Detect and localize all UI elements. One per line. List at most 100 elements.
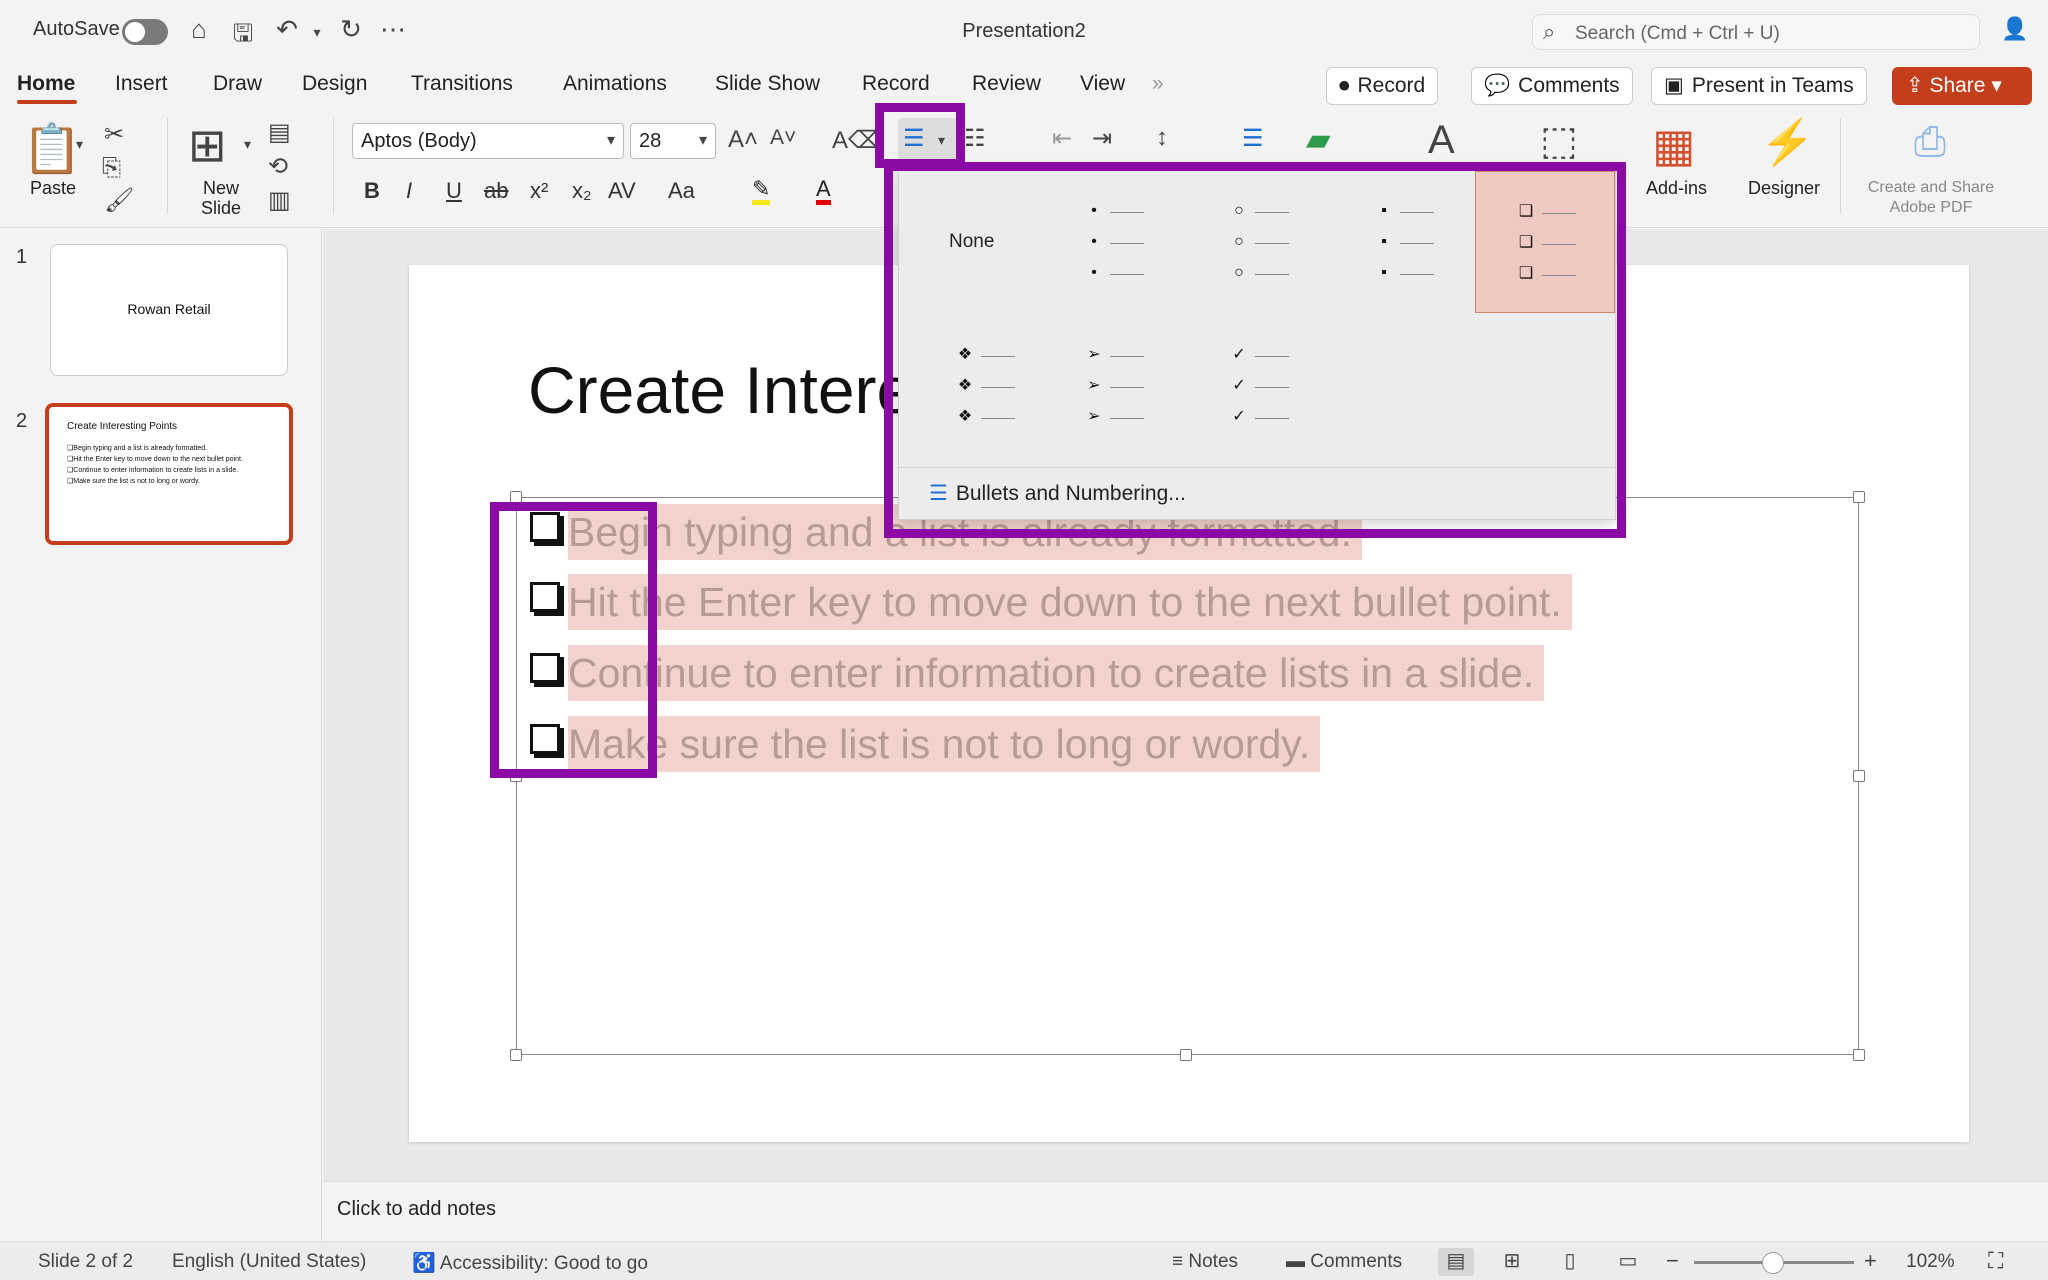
new-slide-icon[interactable]: ⊞ [188,118,227,172]
underline-button[interactable]: U [446,178,462,204]
search-input[interactable]: Search (Cmd + Ctrl + U) [1575,23,1780,45]
superscript-button[interactable]: x² [530,178,548,204]
slide-sorter-icon[interactable]: ⊞ [1494,1248,1530,1276]
language-indicator[interactable]: English (United States) [172,1251,366,1273]
cut-icon[interactable]: ✂ [104,120,124,149]
slide-thumbnails-pane [0,229,322,1241]
paste-icon[interactable]: 📋 [22,120,82,177]
ribbon-separator [333,118,334,214]
tab-insert[interactable]: Insert [115,72,168,96]
slide-show-icon[interactable]: ▭ [1610,1248,1646,1276]
search-icon: ⌕ [1543,19,1556,44]
tab-home-underline [17,100,77,104]
normal-view-icon[interactable]: ▤ [1438,1248,1474,1276]
designer-icon[interactable]: ⚡ [1760,116,1815,168]
character-spacing-button[interactable]: AV [608,178,636,204]
increase-font-icon[interactable]: A˄ [728,126,758,154]
thumbnail-line: ❑Make sure the list is not to long or wo… [67,478,200,485]
tab-view[interactable]: View [1080,72,1125,96]
accessibility-indicator[interactable]: ♿ Accessibility: Good to go [412,1251,648,1275]
chevron-down-icon: ▾ [606,132,615,149]
tab-home[interactable]: Home [17,72,75,96]
share-icon: ⇪ [1906,74,1930,97]
resize-handle[interactable] [1853,770,1865,782]
smartart-icon[interactable]: ▰ [1306,120,1331,158]
record-button[interactable]: ⏺ Record [1326,67,1439,105]
notes-toggle[interactable]: ≡ Notes [1172,1251,1238,1273]
tab-design[interactable]: Design [302,72,367,96]
comment-icon: ▬ [1286,1251,1311,1272]
notes-icon: ≡ [1172,1251,1189,1272]
decrease-font-icon[interactable]: A˅ [770,126,796,150]
slide-number: 2 [16,410,28,432]
slide-number: 1 [16,246,28,268]
zoom-level[interactable]: 102% [1906,1251,1955,1273]
notes-placeholder: Click to add notes [337,1198,496,1220]
line-spacing-icon[interactable]: ↕ [1156,124,1168,152]
status-bar: Slide 2 of 2 English (United States) ♿ A… [0,1241,2048,1280]
person-icon[interactable]: 👤 [1998,16,2032,42]
layout-icon[interactable]: ▤ [268,118,291,147]
numbering-icon[interactable]: ☷ [964,124,986,153]
tab-record[interactable]: Record [862,72,930,96]
zoom-slider-handle[interactable] [1762,1252,1784,1274]
shape-icon[interactable]: ⬚ [1540,118,1578,164]
tab-slide-show[interactable]: Slide Show [715,72,820,96]
slide-thumbnail-2[interactable]: Create Interesting Points ❑Begin typing … [45,403,293,545]
zoom-in-icon[interactable]: + [1864,1248,1877,1274]
tab-draw[interactable]: Draw [213,72,262,96]
share-button[interactable]: ⇪ Share ▾ [1892,67,2032,105]
zoom-out-icon[interactable]: − [1666,1248,1679,1274]
comments-toggle[interactable]: ▬ Comments [1286,1251,1402,1273]
highlight-box-bullets-menu [884,162,1626,538]
ribbon-separator [1840,118,1841,214]
tab-transitions[interactable]: Transitions [411,72,513,96]
search-box[interactable]: ⌕ Search (Cmd + Ctrl + U) [1532,14,1980,50]
new-slide-dropdown-icon[interactable]: ▾ [244,136,251,153]
comment-icon: 💬 [1484,74,1511,97]
highlight-color-icon[interactable]: ✎ [752,178,771,205]
text-box-icon[interactable]: A [1428,118,1455,163]
slide-title[interactable]: Create Intere [528,352,913,428]
paste-dropdown-icon[interactable]: ▾ [76,136,83,153]
title-bar: AutoSave ⌂ 🖫 ↶ ▾ ↻ ⋯ Presentation2 ⌕ Sea… [0,0,2048,64]
add-ins-icon[interactable]: ▦ [1652,118,1695,172]
section-icon[interactable]: ▥ [268,186,291,215]
bullet-text[interactable]: Hit the Enter key to move down to the ne… [568,574,1572,630]
copy-icon[interactable]: ⎘ [102,154,121,182]
resize-handle[interactable] [1853,1049,1865,1061]
tab-review[interactable]: Review [972,72,1041,96]
thumbnail-line: ❑Hit the Enter key to move down to the n… [67,456,243,463]
resize-handle[interactable] [1180,1049,1192,1061]
present-in-teams-button[interactable]: ▣ Present in Teams [1651,67,1867,105]
strikethrough-button[interactable]: ab [484,178,508,204]
adobe-pdf-icon[interactable]: ⎙ [1914,120,1946,165]
decrease-indent-icon[interactable]: ⇤ [1052,124,1072,153]
font-name-select[interactable]: Aptos (Body) ▾ [352,123,624,159]
bullet-text[interactable]: Make sure the list is not to long or wor… [568,716,1321,772]
font-color-icon[interactable]: A [816,178,831,205]
fit-slide-icon[interactable]: ⛶ [1988,1248,2003,1274]
thumbnail-title: Create Interesting Points [67,421,178,432]
format-painter-icon[interactable]: 🖌 [104,186,134,215]
comments-button[interactable]: 💬 Comments [1471,67,1633,105]
resize-handle[interactable] [1853,491,1865,503]
reset-icon[interactable]: ⟲ [268,152,288,181]
chevron-down-icon: ▾ [1985,74,2002,97]
tab-animations[interactable]: Animations [563,72,667,96]
bullet-text[interactable]: Continue to enter information to create … [568,645,1545,701]
reading-view-icon[interactable]: ▯ [1552,1248,1588,1276]
notes-pane[interactable]: Click to add notes [323,1181,2048,1241]
subscript-button[interactable]: x₂ [572,178,592,204]
increase-indent-icon[interactable]: ⇥ [1092,124,1112,153]
more-tabs-icon[interactable]: » [1152,72,1164,96]
highlight-box-slide-bullets [490,502,657,778]
bold-button[interactable]: B [364,178,380,204]
font-size-select[interactable]: 28 ▾ [630,123,716,159]
paste-label: Paste [30,178,77,198]
italic-button[interactable]: I [406,178,412,204]
resize-handle[interactable] [510,1049,522,1061]
columns-icon[interactable]: ☰ [1242,124,1264,153]
change-case-button[interactable]: Aa [668,178,695,204]
slide-thumbnail-1[interactable]: Rowan Retail [50,244,288,376]
